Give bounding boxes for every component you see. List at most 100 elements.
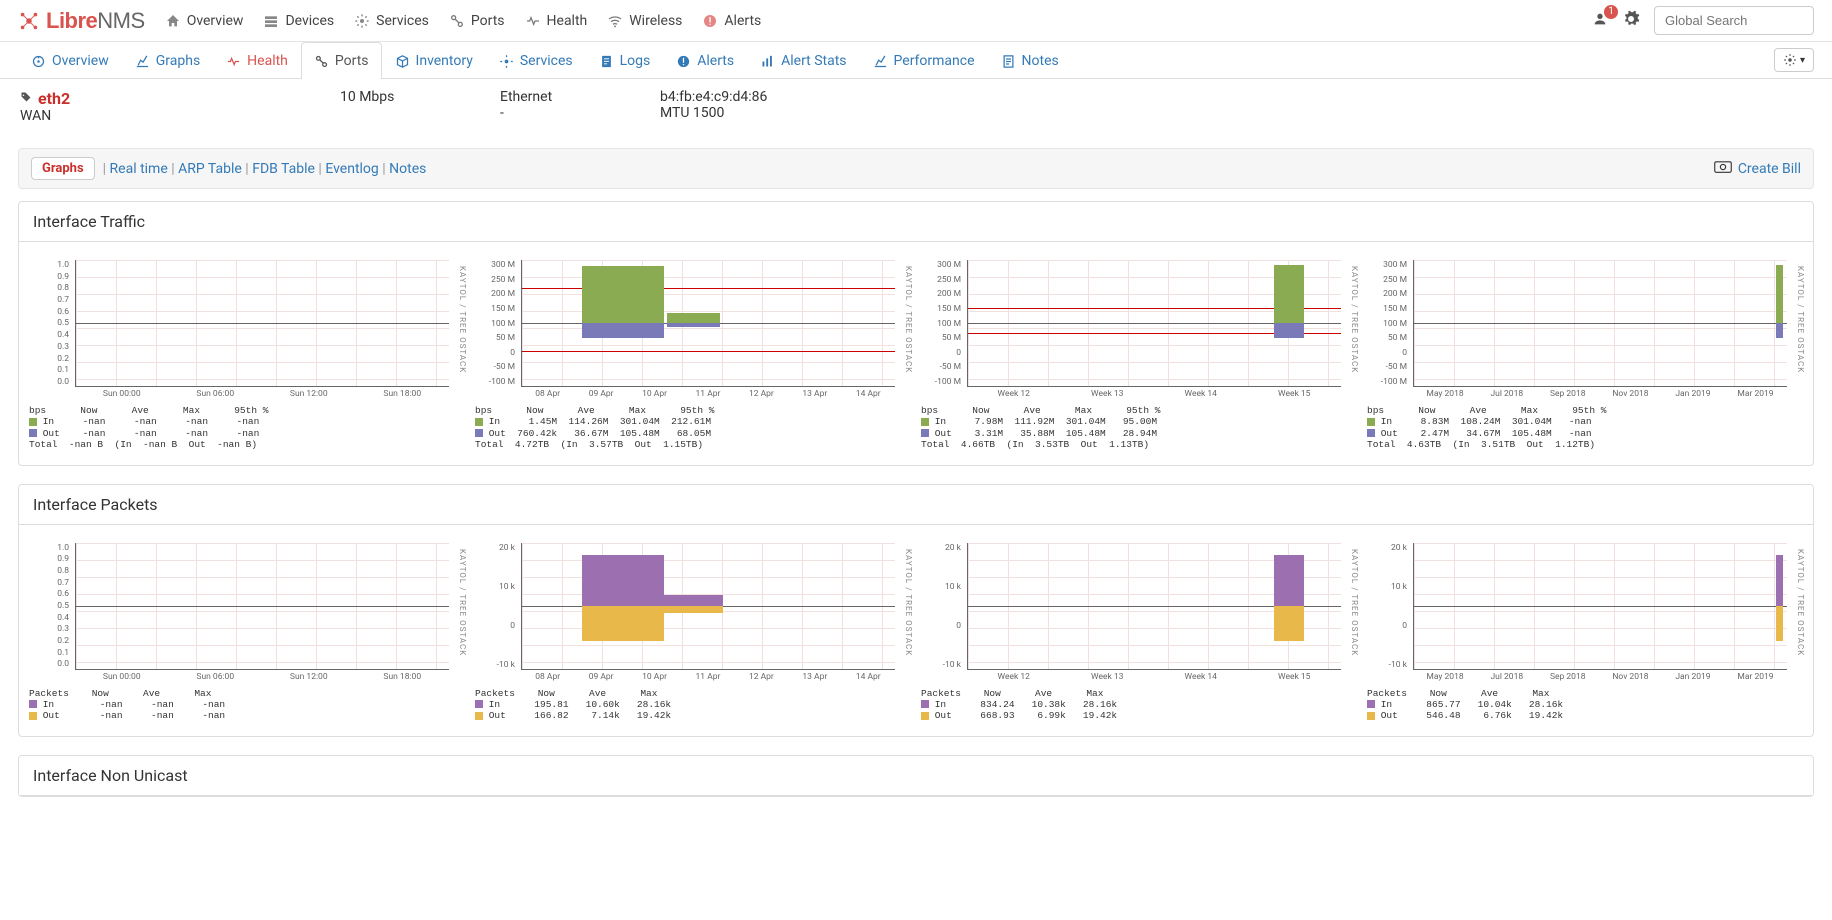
watermark: KAYTOL / TREE OSTACK [1796, 549, 1805, 656]
overview-icon [165, 13, 181, 29]
port-header: eth2 WAN 10 Mbps Ethernet - b4:fb:e4:c9:… [0, 79, 1832, 134]
portnav-arp-table[interactable]: ARP Table [178, 161, 242, 177]
global-search-input[interactable] [1654, 6, 1814, 35]
y-axis: 20 k10 k0-10 k [1367, 543, 1411, 670]
nav-health-label: Health [547, 13, 588, 29]
notes-icon [1001, 54, 1016, 69]
graph-traffic-day[interactable]: 1.00.90.80.70.60.50.40.30.20.10.0 Sun 00… [29, 256, 465, 451]
x-axis: 08 Apr09 Apr10 Apr11 Apr12 Apr13 Apr14 A… [521, 672, 895, 684]
watermark: KAYTOL / TREE OSTACK [458, 549, 467, 656]
panel-traffic: Interface Traffic 1.00.90.80.70.60.50.40… [18, 201, 1814, 466]
portnav-graphs[interactable]: Graphs [31, 157, 95, 180]
logs-icon [599, 54, 614, 69]
graph-packets-day[interactable]: 1.00.90.80.70.60.50.40.30.20.10.0 Sun 00… [29, 539, 465, 722]
tab-health[interactable]: Health [213, 42, 301, 79]
notification-badge: 1 [1604, 5, 1618, 19]
nav-devices-label: Devices [285, 13, 334, 29]
nav-ports-label: Ports [471, 13, 505, 29]
panel-nonunicast: Interface Non Unicast [18, 755, 1814, 797]
port-name[interactable]: eth2 [38, 89, 70, 108]
tag-icon [20, 91, 32, 107]
settings-gear-icon[interactable] [1622, 10, 1640, 32]
page-settings-button[interactable]: ▾ [1774, 48, 1814, 72]
tab-ports[interactable]: Ports [301, 42, 382, 79]
nav-devices[interactable]: Devices [263, 13, 334, 29]
chart-area [1413, 260, 1787, 387]
nav-alerts[interactable]: Alerts [702, 13, 761, 29]
tab-inventory[interactable]: Inventory [382, 42, 486, 79]
watermark: KAYTOL / TREE OSTACK [1350, 549, 1359, 656]
x-axis: Week 12Week 13Week 14Week 15 [967, 672, 1341, 684]
tab-graphs[interactable]: Graphs [122, 42, 213, 79]
graph-packets-year[interactable]: 20 k10 k0-10 k May 2018Jul 2018Sep 2018N… [1367, 539, 1803, 722]
tab-inventory-label: Inventory [416, 53, 473, 69]
user-icon[interactable]: 1 [1592, 11, 1608, 31]
graph-legend: Packets Now Ave Max In 865.77 10.04k 28.… [1367, 688, 1803, 722]
tab-logs-label: Logs [620, 53, 651, 69]
graph-packets-week[interactable]: 20 k10 k0-10 k 08 Apr09 Apr10 Apr11 Apr1… [475, 539, 911, 722]
tab-ports-label: Ports [335, 53, 369, 69]
panel-packets: Interface Packets 1.00.90.80.70.60.50.40… [18, 484, 1814, 737]
tab-alert-stats[interactable]: Alert Stats [747, 42, 859, 79]
nav-ports[interactable]: Ports [449, 13, 505, 29]
tab-overview[interactable]: Overview [18, 42, 122, 79]
graph-traffic-year[interactable]: 300 M250 M200 M150 M100 M50 M0-50 M-100 … [1367, 256, 1803, 451]
watermark: KAYTOL / TREE OSTACK [1796, 266, 1805, 373]
nav-alerts-label: Alerts [724, 13, 761, 29]
brand-logo[interactable]: LibreNMS [18, 8, 145, 34]
graph-traffic-month[interactable]: 300 M250 M200 M150 M100 M50 M0-50 M-100 … [921, 256, 1357, 451]
x-axis: Sun 00:00Sun 06:00Sun 12:00Sun 18:00 [75, 389, 449, 401]
nav-wireless[interactable]: Wireless [607, 13, 682, 29]
tab-alerts-label: Alerts [697, 53, 734, 69]
nav-health[interactable]: Health [525, 13, 588, 29]
money-icon [1714, 160, 1732, 178]
tab-logs[interactable]: Logs [586, 42, 664, 79]
wireless-icon [607, 13, 623, 29]
chart-area [75, 260, 449, 387]
graph-traffic-week[interactable]: 300 M250 M200 M150 M100 M50 M0-50 M-100 … [475, 256, 911, 451]
panel-title: Interface Non Unicast [19, 756, 1813, 796]
services-icon [499, 54, 514, 69]
port-mtu: MTU 1500 [660, 105, 860, 121]
portnav-real-time[interactable]: Real time [110, 161, 168, 177]
port-speed: 10 Mbps [340, 89, 460, 105]
logo-icon [18, 10, 40, 32]
watermark: KAYTOL / TREE OSTACK [904, 549, 913, 656]
create-bill-link[interactable]: Create Bill [1738, 161, 1801, 177]
y-axis: 300 M250 M200 M150 M100 M50 M0-50 M-100 … [1367, 260, 1411, 387]
graph-legend: bps Now Ave Max 95th % In 8.83M 108.24M … [1367, 405, 1803, 451]
tab-notes-label: Notes [1022, 53, 1059, 69]
chart-area [521, 260, 895, 387]
ports-icon [449, 13, 465, 29]
ports-icon [314, 54, 329, 69]
portnav-fdb-table[interactable]: FDB Table [252, 161, 315, 177]
alerts-icon [702, 13, 718, 29]
tab-alerts[interactable]: Alerts [663, 42, 747, 79]
graph-legend: Packets Now Ave Max In -nan -nan -nan Ou… [29, 688, 465, 722]
nav-wireless-label: Wireless [629, 13, 682, 29]
tab-notes[interactable]: Notes [988, 42, 1072, 79]
port-subnav: Graphs | Real time | ARP Table | FDB Tab… [18, 148, 1814, 189]
nav-services-label: Services [376, 13, 429, 29]
alert-stats-icon [760, 54, 775, 69]
portnav-notes[interactable]: Notes [389, 161, 426, 177]
nav-overview-label: Overview [187, 13, 244, 29]
y-axis: 300 M250 M200 M150 M100 M50 M0-50 M-100 … [475, 260, 519, 387]
nav-overview[interactable]: Overview [165, 13, 244, 29]
graph-legend: bps Now Ave Max 95th % In 1.45M 114.26M … [475, 405, 911, 451]
nav-services[interactable]: Services [354, 13, 429, 29]
tab-services[interactable]: Services [486, 42, 586, 79]
portnav-eventlog[interactable]: Eventlog [325, 161, 378, 177]
y-axis: 1.00.90.80.70.60.50.40.30.20.10.0 [29, 260, 73, 387]
panel-title: Interface Traffic [19, 202, 1813, 242]
y-axis: 20 k10 k0-10 k [921, 543, 965, 670]
tab-overview-label: Overview [52, 53, 109, 69]
y-axis: 300 M250 M200 M150 M100 M50 M0-50 M-100 … [921, 260, 965, 387]
health-icon [525, 13, 541, 29]
performance-icon [873, 54, 888, 69]
overview-icon [31, 54, 46, 69]
graph-packets-month[interactable]: 20 k10 k0-10 k Week 12Week 13Week 14Week… [921, 539, 1357, 722]
chart-area [75, 543, 449, 670]
tab-performance[interactable]: Performance [860, 42, 988, 79]
x-axis: Week 12Week 13Week 14Week 15 [967, 389, 1341, 401]
